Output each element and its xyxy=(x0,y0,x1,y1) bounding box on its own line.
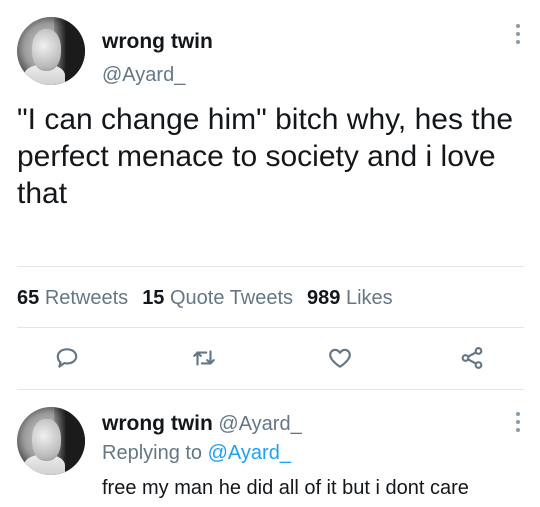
like-icon xyxy=(329,348,351,368)
author-avatar[interactable] xyxy=(17,17,85,85)
likes-stat[interactable]: 989 Likes xyxy=(307,287,393,309)
reply-author-name[interactable]: wrong twin xyxy=(102,412,213,435)
share-button[interactable] xyxy=(457,343,487,373)
reply-button[interactable] xyxy=(52,343,82,373)
author-name[interactable]: wrong twin xyxy=(102,30,213,54)
author-handle[interactable]: @Ayard_ xyxy=(102,64,185,87)
reply-author-avatar[interactable] xyxy=(17,407,85,475)
reply-icon xyxy=(56,348,78,368)
more-options-icon[interactable] xyxy=(515,24,521,52)
divider xyxy=(17,266,524,267)
retweets-stat[interactable]: 65 Retweets xyxy=(17,287,128,309)
divider xyxy=(17,327,524,328)
like-button[interactable] xyxy=(325,343,355,373)
reply-author-handle[interactable]: @Ayard_ xyxy=(218,413,301,435)
replying-to: Replying to @Ayard_ xyxy=(102,442,291,465)
quote-tweets-stat[interactable]: 15 Quote Tweets xyxy=(142,287,293,309)
reply-header: wrong twin @Ayard_ xyxy=(102,412,302,436)
divider xyxy=(17,389,524,390)
replying-to-handle[interactable]: @Ayard_ xyxy=(208,442,291,464)
tweet-text: "I can change him" bitch why, hes the pe… xyxy=(17,103,514,210)
retweet-icon xyxy=(193,350,215,366)
replying-to-label: Replying to xyxy=(102,442,203,464)
share-icon xyxy=(461,347,483,369)
reply-text: free my man he did all of it but i dont … xyxy=(102,477,469,499)
tweet-stats: 65 Retweets 15 Quote Tweets 989 Likes xyxy=(17,287,393,310)
reply-more-options-icon[interactable] xyxy=(515,412,521,440)
retweet-button[interactable] xyxy=(189,343,219,373)
